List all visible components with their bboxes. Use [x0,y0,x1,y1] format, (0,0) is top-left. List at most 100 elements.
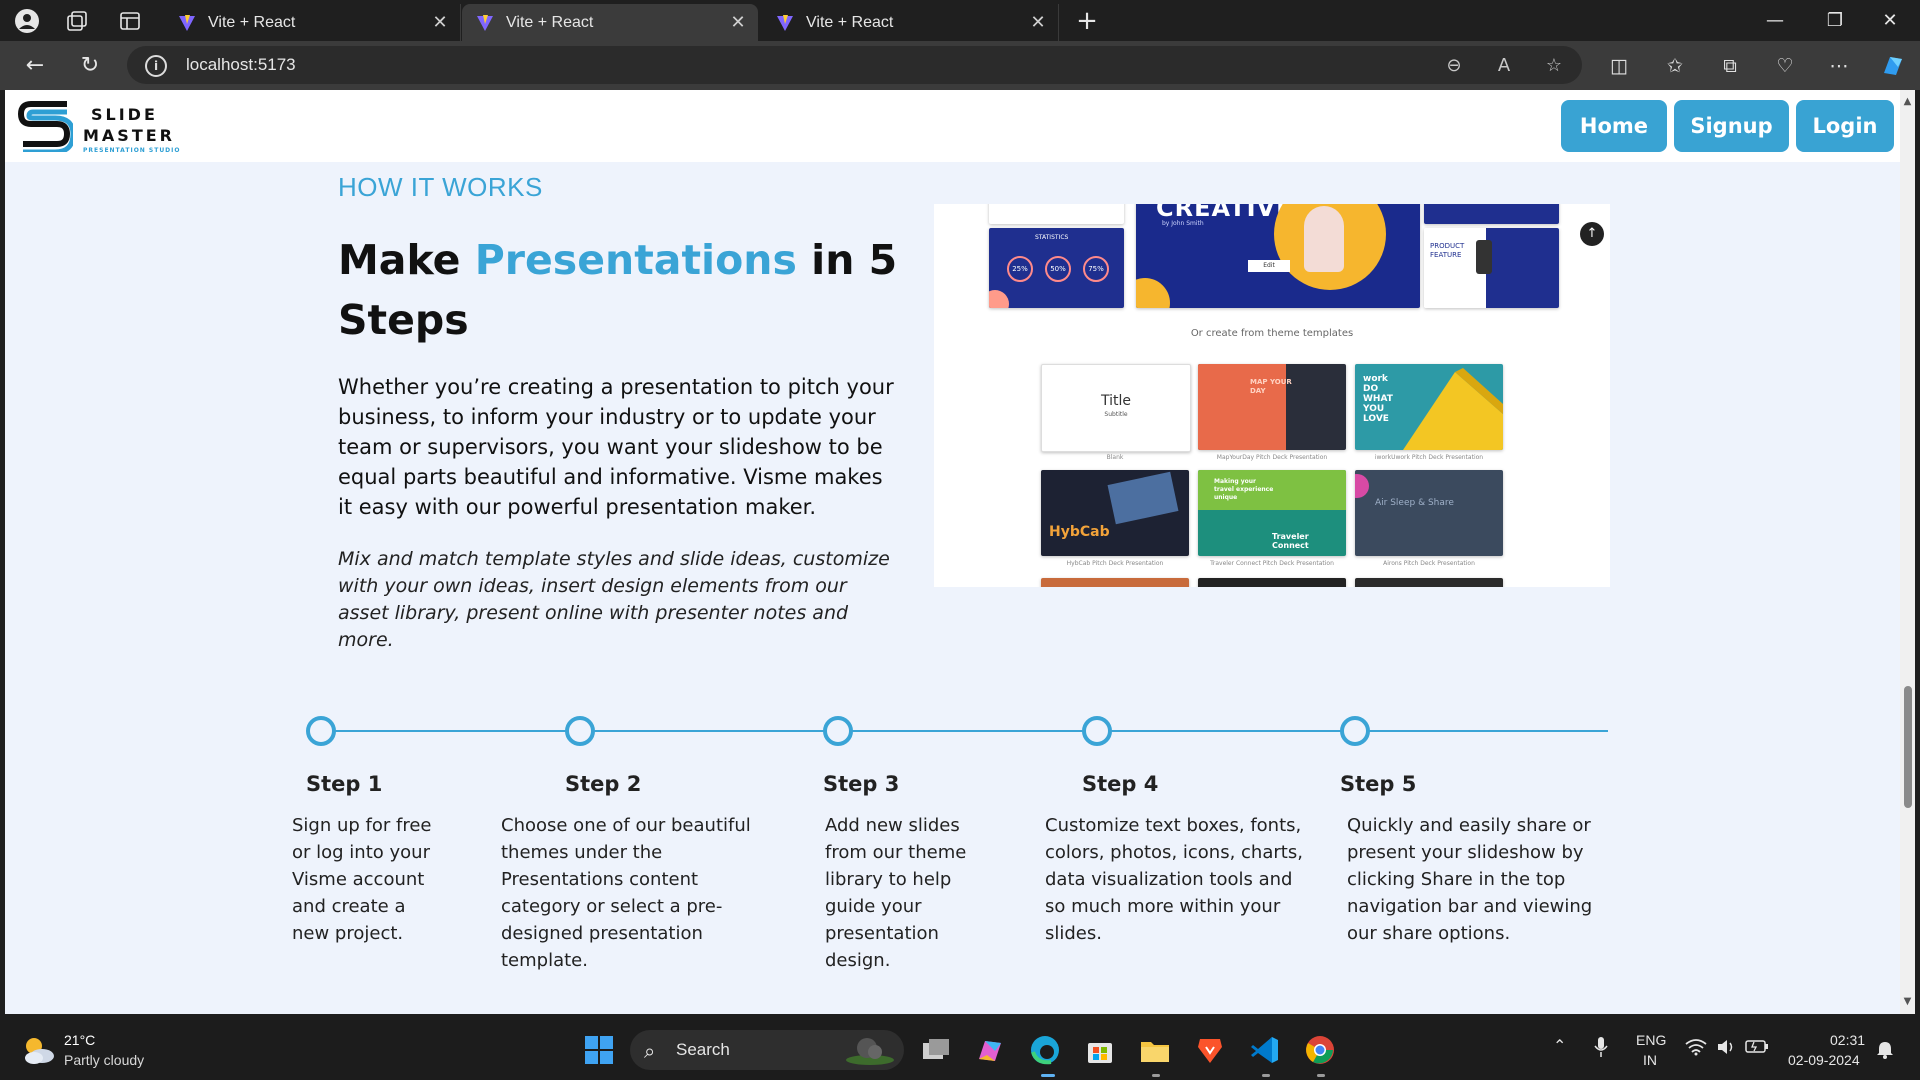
minimize-button[interactable]: — [1745,0,1805,41]
new-tab-button[interactable]: + [1072,6,1102,36]
stat-circle: 50% [1045,256,1071,282]
stat-circle: 25% [1007,256,1033,282]
brave-browser-icon[interactable] [1193,1033,1227,1067]
decor-shape [1136,278,1170,308]
search-label: Search [676,1040,730,1059]
microsoft-store-icon[interactable] [1083,1033,1117,1067]
wifi-icon[interactable] [1685,1038,1707,1060]
tab-actions-icon[interactable] [117,8,143,34]
template-caption: HybCab Pitch Deck Presentation [1066,560,1164,567]
step-2-title: Step 2 [565,772,642,796]
back-arrow-icon[interactable]: ← [20,51,50,81]
headline-part-1: Make [338,236,475,284]
step-5-title: Step 5 [1340,772,1417,796]
thumb-photo [1107,471,1179,525]
scrollbar-thumb[interactable] [1904,686,1912,808]
close-icon[interactable]: ✕ [1028,12,1048,33]
page-scrollbar[interactable]: ▲ ▼ [1900,90,1915,1014]
copilot-icon[interactable] [1880,53,1906,79]
microphone-icon[interactable] [1594,1036,1608,1062]
refresh-icon[interactable]: ↻ [75,51,105,81]
scroll-up-icon: ↑ [1580,222,1604,246]
zoom-out-icon[interactable]: ⊖ [1443,55,1465,77]
section-note: Mix and match template styles and slide … [338,548,890,651]
site-logo[interactable]: SLIDE MASTER PRESENTATION STUDIO [17,98,217,154]
home-button[interactable]: Home [1561,100,1667,152]
template-thumb [1198,578,1346,587]
collections-icon[interactable]: ⧉ [1717,53,1743,79]
template-thumb-iwork: work DO WHAT YOU LOVE [1355,364,1503,450]
phone-image [1476,240,1492,274]
browser-tab[interactable]: Vite + React ✕ [762,4,1059,41]
chrome-icon[interactable] [1303,1033,1337,1067]
notification-bell-icon[interactable] [1876,1040,1894,1064]
search-highlight-icon [846,1038,894,1065]
creative-edit-button: Edit [1248,260,1290,272]
login-button[interactable]: Login [1796,100,1894,152]
browser-tab[interactable]: Vite + React ✕ [164,4,461,41]
browser-essentials-icon[interactable]: ♡ [1772,53,1798,79]
step-marker [823,716,853,746]
window-close-button[interactable]: ✕ [1860,0,1920,41]
file-explorer-icon[interactable] [1138,1033,1172,1067]
edge-browser-icon[interactable] [1028,1033,1062,1067]
split-screen-icon[interactable]: ◫ [1606,53,1632,79]
battery-icon[interactable] [1745,1038,1769,1058]
taskbar-search-box[interactable]: ⌕ Search [630,1030,904,1070]
active-app-indicator [1041,1074,1055,1077]
step-marker [1340,716,1370,746]
scroll-up-arrow-icon[interactable]: ▲ [1902,96,1913,107]
step-marker [1082,716,1112,746]
region-code[interactable]: IN [1643,1052,1657,1068]
close-icon[interactable]: ✕ [430,12,450,33]
profile-icon[interactable] [14,8,40,34]
copilot-taskbar-icon[interactable] [973,1033,1007,1067]
weather-temperature[interactable]: 21°C [64,1032,95,1048]
partly-cloudy-icon[interactable] [20,1034,56,1066]
tray-chevron-up-icon[interactable]: ⌃ [1553,1036,1566,1056]
address-toolbar: ← ↻ i localhost:5173 ⊖ A ☆ ◫ ✩ ⧉ ♡ ⋯ [0,41,1920,90]
url-text: localhost:5173 [186,55,296,74]
step-marker [306,716,336,746]
task-view-icon[interactable] [919,1033,953,1067]
restore-button[interactable]: ❐ [1805,0,1865,41]
page-viewport: SLIDE MASTER PRESENTATION STUDIO Home Si… [5,90,1900,1014]
more-options-icon[interactable]: ⋯ [1826,53,1852,79]
thumb-brand: Traveler Connect [1272,532,1309,550]
product-title: PRODUCT FEATURE [1430,242,1465,259]
windows-start-icon[interactable] [582,1033,616,1067]
read-aloud-icon[interactable]: A [1493,55,1515,77]
slide-card-statistics: STATISTICS 25% 50% 75% [989,228,1124,308]
template-thumb [1041,578,1189,587]
step-3-title: Step 3 [823,772,900,796]
site-info-icon[interactable]: i [145,55,167,77]
workspaces-icon[interactable] [64,8,90,34]
clock-time[interactable]: 02:31 [1830,1032,1865,1048]
vite-icon [477,14,493,31]
template-caption: Traveler Connect Pitch Deck Presentation [1210,560,1334,567]
vite-icon [777,14,793,31]
signup-button[interactable]: Signup [1674,100,1789,152]
slide-card [1424,204,1559,224]
slide-card-product: PRODUCT FEATURE [1424,228,1559,308]
slide-card [989,204,1124,224]
templates-label: Or create from theme templates [1190,328,1354,339]
decor-shape [989,290,1009,308]
vscode-icon[interactable] [1248,1033,1282,1067]
language-code[interactable]: ENG [1636,1032,1666,1048]
stat-circle: 75% [1083,256,1109,282]
logo-s-icon [17,101,73,152]
close-icon[interactable]: ✕ [728,12,748,33]
address-bar[interactable]: i localhost:5173 ⊖ A ☆ [127,46,1582,84]
decor-shape [1355,474,1369,498]
browser-tab-active[interactable]: Vite + React ✕ [462,4,758,41]
section-headline: Make Presentations in 5 Steps [338,230,898,350]
favorites-icon[interactable]: ✩ [1662,53,1688,79]
speaker-icon[interactable] [1716,1038,1736,1060]
site-header: SLIDE MASTER PRESENTATION STUDIO Home Si… [5,90,1900,162]
weather-condition[interactable]: Partly cloudy [64,1052,144,1068]
thumb-text: Making your travel experience unique [1214,478,1274,501]
favorite-star-icon[interactable]: ☆ [1543,55,1565,77]
clock-date[interactable]: 02-09-2024 [1788,1052,1860,1068]
scroll-down-arrow-icon[interactable]: ▼ [1902,996,1913,1007]
